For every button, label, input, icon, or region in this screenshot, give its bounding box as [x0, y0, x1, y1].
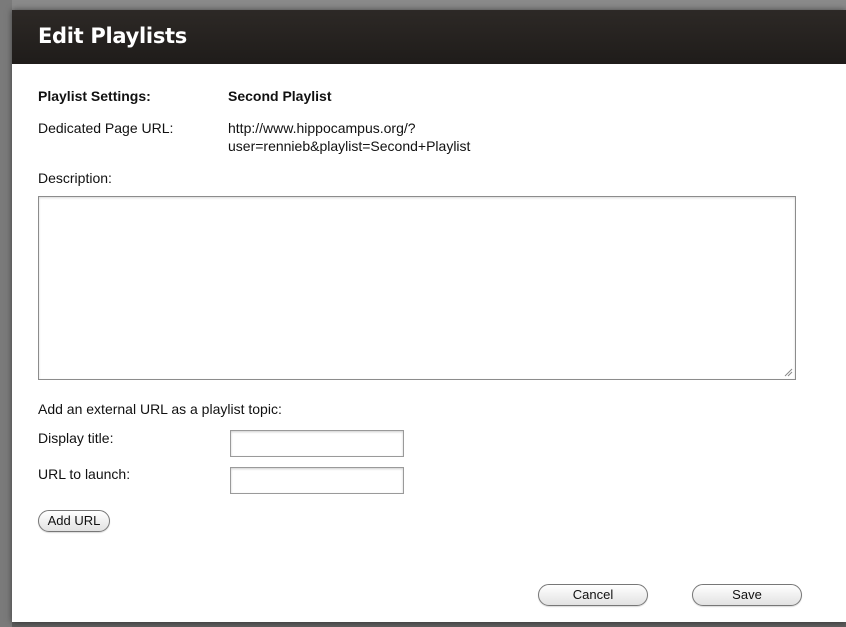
display-title-label: Display title:: [38, 430, 114, 446]
dedicated-url-line-2: user=rennieb&playlist=Second+Playlist: [228, 138, 471, 154]
dialog-title: Edit Playlists: [38, 24, 187, 48]
dedicated-url-label: Dedicated Page URL:: [38, 120, 174, 136]
playlist-name: Second Playlist: [228, 88, 332, 104]
url-to-launch-input[interactable]: [230, 467, 404, 494]
url-to-launch-label: URL to launch:: [38, 466, 131, 482]
dedicated-url-line-1: http://www.hippocampus.org/?: [228, 120, 416, 136]
edit-playlists-dialog: Edit Playlists Playlist Settings: Second…: [12, 10, 846, 622]
external-url-heading: Add an external URL as a playlist topic:: [38, 401, 282, 417]
display-title-input[interactable]: [230, 430, 404, 457]
dialog-titlebar: Edit Playlists: [12, 10, 846, 64]
description-textarea[interactable]: [38, 196, 796, 380]
backdrop-left-strip: [0, 0, 12, 627]
cancel-button[interactable]: Cancel: [538, 584, 648, 606]
backdrop-top-strip: [0, 0, 846, 10]
playlist-settings-label: Playlist Settings:: [38, 88, 151, 104]
save-button[interactable]: Save: [692, 584, 802, 606]
description-label: Description:: [38, 170, 112, 186]
add-url-button[interactable]: Add URL: [38, 510, 110, 532]
resize-grip-icon[interactable]: [783, 367, 793, 377]
